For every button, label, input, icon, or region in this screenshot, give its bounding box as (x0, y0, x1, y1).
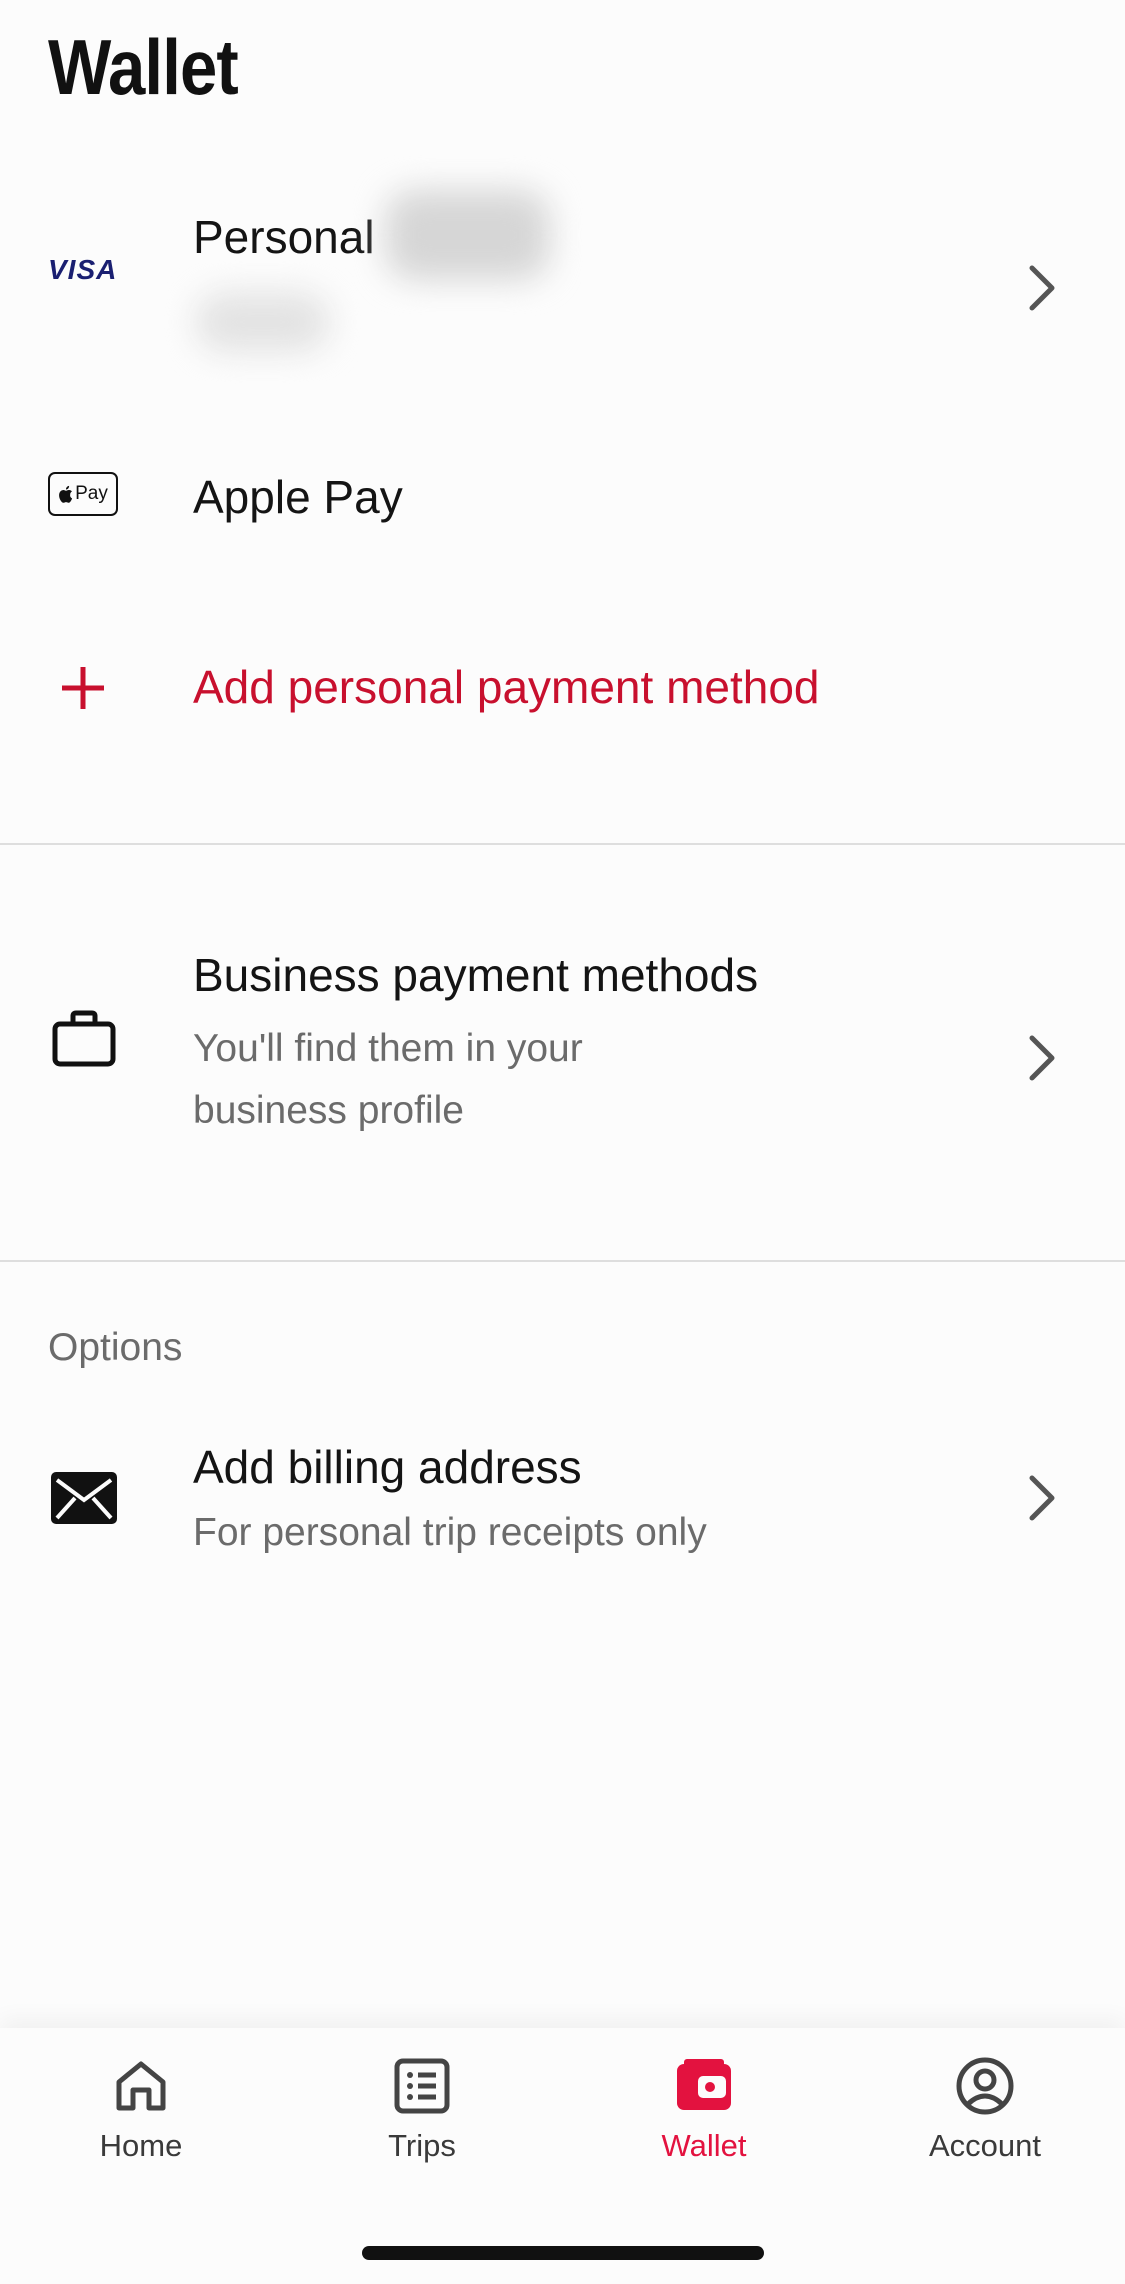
business-payment-methods-subtitle-line1: You'll find them in your (193, 1027, 583, 1070)
tab-home-label: Home (99, 2128, 183, 2163)
tab-account[interactable]: Account (885, 2028, 1085, 2164)
add-billing-address-item[interactable]: Add billing address For personal trip re… (0, 1420, 1125, 1590)
add-personal-payment-method-label: Add personal payment method (193, 661, 820, 713)
home-indicator[interactable] (362, 2246, 764, 2260)
list-icon (394, 2058, 450, 2114)
envelope-icon (51, 1472, 117, 1524)
redacted-card-number (195, 292, 330, 352)
section-divider (0, 843, 1125, 845)
options-section-header: Options (48, 1326, 183, 1369)
chevron-right-icon (1029, 265, 1055, 311)
tab-home[interactable]: Home (41, 2028, 241, 2164)
add-personal-payment-method-button[interactable]: Add personal payment method (0, 620, 1125, 750)
add-billing-address-subtitle: For personal trip receipts only (193, 1511, 707, 1554)
tab-account-label: Account (928, 2128, 1041, 2163)
tab-trips[interactable]: Trips (322, 2028, 522, 2164)
apple-pay-badge-text: Pay (75, 483, 108, 504)
apple-logo-icon (59, 485, 73, 503)
payment-method-visa[interactable]: VISA Personal (0, 150, 1125, 410)
plus-icon (62, 667, 104, 709)
tab-trips-label: Trips (388, 2128, 456, 2163)
payment-method-apple-pay[interactable]: Pay Apple Pay (0, 430, 1125, 560)
home-icon (116, 2061, 166, 2111)
business-payment-methods-title: Business payment methods (193, 949, 759, 1001)
apple-pay-icon: Pay (48, 472, 118, 516)
visa-brand-text: VISA (48, 254, 118, 285)
redacted-card-name (385, 190, 550, 280)
add-billing-address-title: Add billing address (193, 1441, 582, 1493)
business-payment-methods-subtitle-line2: business profile (193, 1089, 464, 1132)
apple-pay-label: Apple Pay (193, 471, 403, 523)
business-payment-methods-item[interactable]: Business payment methods You'll find the… (0, 900, 1125, 1160)
briefcase-icon (52, 1010, 116, 1067)
tab-wallet[interactable]: Wallet (604, 2028, 804, 2164)
visa-logo-icon: VISA (48, 254, 124, 288)
wallet-icon (677, 2059, 731, 2110)
chevron-right-icon (1029, 1035, 1055, 1081)
tab-wallet-label: Wallet (661, 2128, 747, 2163)
section-divider (0, 1260, 1125, 1262)
page-title: Wallet (48, 23, 239, 111)
visa-label: Personal (193, 211, 375, 263)
account-icon (956, 2057, 1014, 2115)
chevron-right-icon (1029, 1475, 1055, 1521)
